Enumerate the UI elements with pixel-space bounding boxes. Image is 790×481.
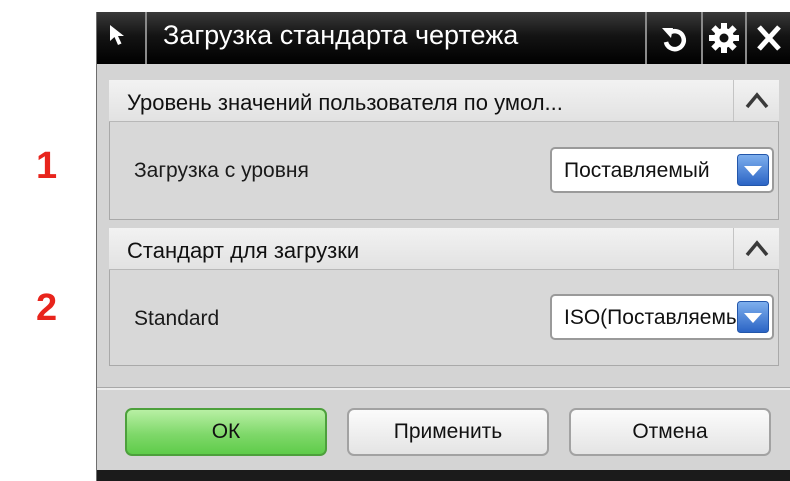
dropdown-arrow-icon <box>737 154 769 186</box>
dropdown-selected-value: Поставляемый <box>564 159 710 182</box>
section-title: Стандарт для загрузки <box>127 238 360 263</box>
chevron-up-icon <box>745 240 769 257</box>
ok-button[interactable]: ОК <box>125 408 327 456</box>
reset-icon <box>662 28 687 52</box>
load-drafting-standard-dialog: Загрузка стандарта чертежа Уровень значе… <box>96 12 790 481</box>
section-header-default-user-level[interactable]: Уровень значений пользователя по умол... <box>109 80 779 122</box>
reset-dialog-button[interactable] <box>645 12 701 64</box>
close-icon <box>757 25 781 51</box>
section-title: Уровень значений пользователя по умол... <box>127 90 563 115</box>
button-row-separator <box>97 387 790 390</box>
collapse-section-button[interactable] <box>733 228 779 269</box>
load-from-level-label: Загрузка с уровня <box>134 159 309 182</box>
section-body-default-user-level: Загрузка с уровня Поставляемый <box>109 122 779 220</box>
load-from-level-dropdown[interactable]: Поставляемый <box>550 147 774 193</box>
close-button[interactable] <box>745 12 790 64</box>
dropdown-arrow-icon <box>737 301 769 333</box>
select-arrow-icon <box>110 25 124 45</box>
callout-number-1: 1 <box>36 145 58 187</box>
chevron-up-icon <box>745 92 769 109</box>
callout-number-2: 2 <box>36 287 58 329</box>
dropdown-selected-value: ISO(Поставляемый) <box>564 306 760 329</box>
settings-button[interactable] <box>701 12 745 64</box>
select-tool-button[interactable] <box>97 12 147 64</box>
dialog-title: Загрузка стандарта чертежа <box>163 20 519 50</box>
cancel-button[interactable]: Отмена <box>569 408 771 456</box>
standard-label: Standard <box>134 307 220 330</box>
standard-dropdown[interactable]: ISO(Поставляемый) <box>550 294 774 340</box>
section-body-standard-to-load: Standard ISO(Поставляемый) <box>109 270 779 366</box>
collapse-section-button[interactable] <box>733 80 779 121</box>
dialog-titlebar: Загрузка стандарта чертежа <box>97 12 790 64</box>
dialog-bottom-edge <box>97 470 790 481</box>
section-header-standard-to-load[interactable]: Стандарт для загрузки <box>109 228 779 270</box>
apply-button[interactable]: Применить <box>347 408 549 456</box>
gear-icon <box>709 23 739 53</box>
